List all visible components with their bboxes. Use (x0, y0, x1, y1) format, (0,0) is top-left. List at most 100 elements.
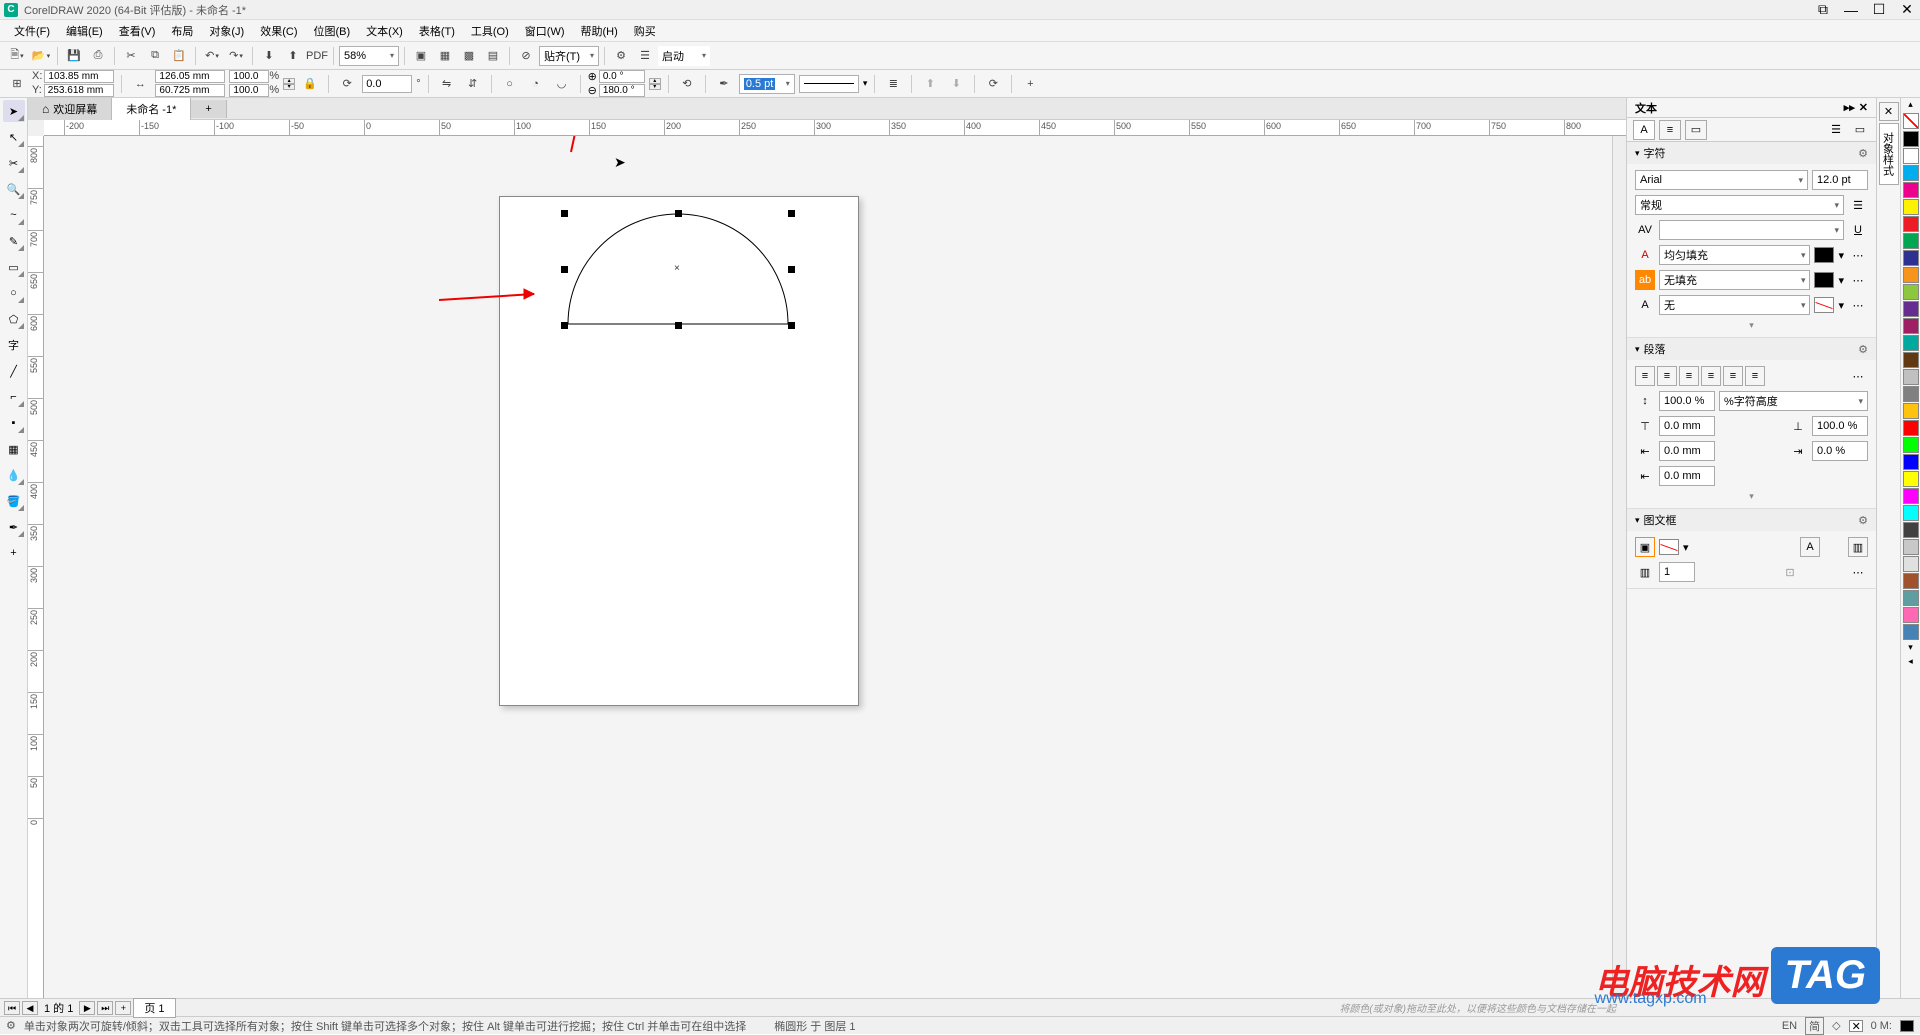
indent-left-input[interactable] (1659, 416, 1715, 436)
lang-en[interactable]: EN (1782, 1020, 1797, 1032)
color-swatch[interactable] (1903, 284, 1919, 300)
color-swatch[interactable] (1903, 437, 1919, 453)
start-angle-input[interactable] (599, 70, 645, 83)
color-swatch[interactable] (1903, 352, 1919, 368)
copy-button[interactable]: ⧉ (144, 45, 166, 67)
docker-menu-button[interactable]: ☰ (1826, 120, 1846, 140)
line-style-combo[interactable] (799, 75, 859, 93)
front-of-layer-button[interactable]: ⬆ (919, 73, 941, 95)
color-swatch[interactable] (1903, 369, 1919, 385)
zoom-combo[interactable]: 58%▾ (339, 46, 399, 66)
vtab-object-styles[interactable]: 对象样式 (1879, 123, 1899, 185)
color-swatch[interactable] (1903, 131, 1919, 147)
shape-tool[interactable]: ↖ (3, 126, 25, 148)
arc-button[interactable]: ◡ (551, 73, 573, 95)
wrap-text-button[interactable]: ≣ (882, 73, 904, 95)
vtab-close[interactable]: ✕ (1879, 102, 1899, 121)
options-button[interactable]: ⚙ (610, 45, 632, 67)
polygon-tool[interactable]: ⬠ (3, 308, 25, 330)
end-angle-input[interactable] (599, 84, 645, 97)
ruler-horizontal[interactable]: -200-150-100-500501001502002503003504004… (44, 120, 1626, 136)
color-swatch[interactable] (1903, 267, 1919, 283)
font-list-button[interactable]: ☰ (1848, 195, 1868, 215)
outline-combo[interactable]: 无▾ (1659, 295, 1810, 315)
open-button[interactable]: 📂 (30, 45, 52, 67)
section-paragraph[interactable]: ▾段落⚙ (1627, 338, 1876, 360)
palette-up-button[interactable]: ▴ (1903, 99, 1919, 111)
no-color-swatch[interactable] (1903, 113, 1919, 129)
underline-button[interactable]: U (1848, 220, 1868, 240)
spacing-unit-combo[interactable]: %字符高度▾ (1719, 391, 1868, 411)
save-button[interactable]: 💾 (63, 45, 85, 67)
tab-add[interactable]: + (191, 100, 226, 118)
align-full-button[interactable]: ≡ (1723, 366, 1743, 386)
frame-vertical-top-button[interactable]: ▣ (1635, 537, 1655, 557)
eyedropper-tool[interactable]: 💧 (3, 464, 25, 486)
gear-icon[interactable]: ⚙ (1858, 514, 1868, 527)
show-grid-button[interactable]: ▩ (458, 45, 480, 67)
frame-link-button[interactable]: ⊡ (1780, 562, 1800, 582)
artistic-media-tool[interactable]: ✎ (3, 230, 25, 252)
font-combo[interactable]: Arial▾ (1635, 170, 1808, 190)
color-swatch[interactable] (1903, 318, 1919, 334)
bg-more-button[interactable]: ⋯ (1848, 270, 1868, 290)
indent3-input[interactable] (1659, 466, 1715, 486)
text-tool[interactable]: 字 (3, 334, 25, 356)
convert-curves-button[interactable]: ⟳ (982, 73, 1004, 95)
add-tool-button[interactable]: + (3, 542, 25, 564)
color-swatch[interactable] (1903, 454, 1919, 470)
parallel-dim-tool[interactable]: ╱ (3, 360, 25, 382)
fill-color-swatch[interactable] (1814, 247, 1834, 263)
font-weight-combo[interactable]: 常规▾ (1635, 195, 1844, 215)
color-swatch[interactable] (1903, 573, 1919, 589)
frame-more-button[interactable]: ⋯ (1848, 562, 1868, 582)
new-doc-button[interactable]: 🗎 (6, 45, 28, 67)
docker-tab-char[interactable]: A (1633, 120, 1655, 140)
add-preset-button[interactable]: + (1019, 73, 1041, 95)
color-swatch[interactable] (1903, 539, 1919, 555)
menu-tools[interactable]: 工具(O) (463, 21, 517, 41)
outline-color-swatch[interactable] (1814, 297, 1834, 313)
transparency-tool[interactable]: ▦ (3, 438, 25, 460)
para-expand-button[interactable]: ▾ (1635, 491, 1868, 502)
indent-right-input[interactable] (1812, 416, 1868, 436)
handle-br[interactable] (788, 322, 795, 329)
fill-more-button[interactable]: ⋯ (1848, 245, 1868, 265)
docker-tab-para[interactable]: ≡ (1659, 120, 1681, 140)
paste-button[interactable]: 📋 (168, 45, 190, 67)
show-rulers-button[interactable]: ▦ (434, 45, 456, 67)
bg-color-swatch[interactable] (1814, 272, 1834, 288)
crop-tool[interactable]: ✂ (3, 152, 25, 174)
gear-icon[interactable]: ⚙ (1858, 343, 1868, 356)
color-swatch[interactable] (1903, 335, 1919, 351)
menu-edit[interactable]: 编辑(E) (58, 21, 111, 41)
frame-columns-button[interactable]: ▥ (1848, 537, 1868, 557)
rectangle-tool[interactable]: ▭ (3, 256, 25, 278)
pie-button[interactable]: ◔ (525, 73, 547, 95)
direction-button[interactable]: ⟲ (676, 73, 698, 95)
publish-pdf-button[interactable]: PDF (306, 45, 328, 67)
width-input[interactable] (155, 70, 225, 83)
menu-help[interactable]: 帮助(H) (573, 21, 626, 41)
color-swatch[interactable] (1903, 624, 1919, 640)
columns-input[interactable] (1659, 562, 1695, 582)
gear-icon[interactable]: ⚙ (1858, 147, 1868, 160)
align-center-button[interactable]: ≡ (1657, 366, 1677, 386)
print-button[interactable]: ⎙ (87, 45, 109, 67)
outline-more-button[interactable]: ⋯ (1848, 295, 1868, 315)
vertical-scrollbar[interactable] (1612, 136, 1626, 998)
lock-ratio-button[interactable]: 🔒 (299, 73, 321, 95)
minimize-button[interactable]: — (1842, 3, 1860, 17)
angle-spinner[interactable]: ▴▾ (649, 78, 661, 90)
x-input[interactable] (44, 70, 114, 83)
height-input[interactable] (155, 84, 225, 97)
close-button[interactable]: ✕ (1898, 3, 1916, 17)
line-spacing-input[interactable] (1659, 391, 1715, 411)
color-swatch[interactable] (1903, 233, 1919, 249)
snap-off-button[interactable]: ⊘ (515, 45, 537, 67)
nav-last-button[interactable]: ⏭ (97, 1001, 113, 1015)
connector-tool[interactable]: ⌐ (3, 386, 25, 408)
pick-tool[interactable]: ➤ (3, 100, 25, 122)
color-swatch[interactable] (1903, 403, 1919, 419)
docker-collapse-button[interactable]: ▸▸ (1844, 101, 1855, 114)
